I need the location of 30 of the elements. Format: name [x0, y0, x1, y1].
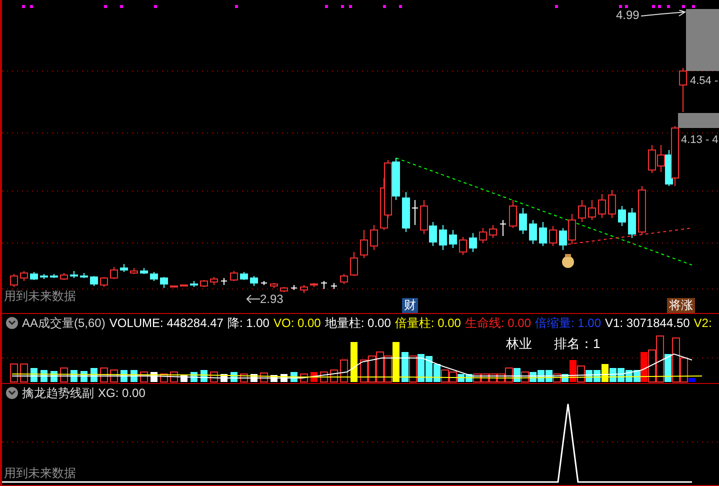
sector-rank: 排名：1 — [554, 335, 600, 353]
indicator-value: VO: 0.00 — [273, 315, 321, 332]
price-gap-block — [678, 113, 719, 128]
indicator-value: 地量柱: 0.00 — [324, 315, 391, 332]
indicator-value: V1: 3071844.50 — [605, 315, 690, 332]
indicator-value: 倍量柱: 0.00 — [394, 315, 461, 332]
indicator-value: V2: — [694, 315, 712, 332]
chevron-down-icon — [8, 390, 16, 396]
price-label: 4.99 — [616, 7, 640, 24]
chevron-down-icon — [8, 320, 16, 326]
indicator-value: XG: 0.00 — [98, 385, 146, 402]
sector-name: 林业 — [506, 335, 532, 353]
indicator-value: 生命线: 0.00 — [464, 315, 531, 332]
price-gap-block — [686, 9, 719, 71]
event-badge: 将涨 — [667, 298, 695, 313]
price-label: 4.54 - — [690, 74, 718, 89]
arrow-icon — [246, 295, 260, 303]
warning-note: 用到未来数据 — [4, 288, 76, 305]
indicator-title: 擒龙趋势线副 — [22, 385, 94, 402]
indicator-value: 倍缩量: 1.00 — [535, 315, 602, 332]
indicator-value: VOLUME: 448284.47 — [109, 315, 224, 332]
event-badge: 财 — [402, 298, 418, 313]
money-bag-icon — [562, 254, 574, 268]
price-label: 2.93 — [260, 291, 284, 308]
warning-note: 用到未来数据 — [4, 465, 76, 482]
collapse-button[interactable] — [6, 317, 18, 329]
collapse-button[interactable] — [6, 387, 18, 399]
indicator-value: 降: 1.00 — [227, 315, 270, 332]
price-label: 4.13 - 4 — [681, 133, 718, 148]
indicator-title: AA成交量(5,60) — [22, 315, 106, 332]
